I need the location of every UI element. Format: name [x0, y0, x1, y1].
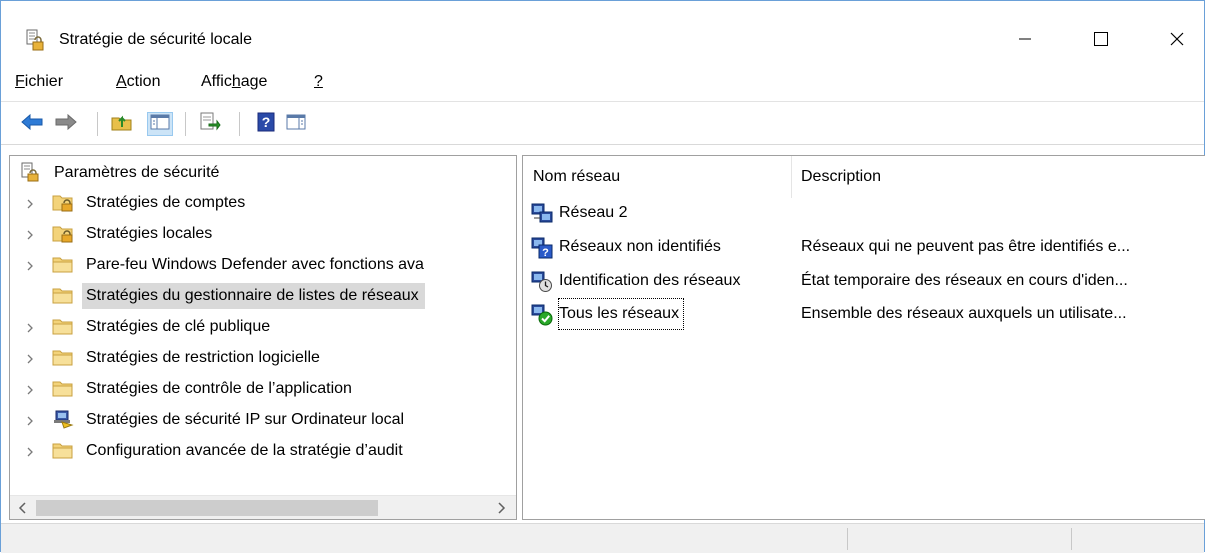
network-description: Réseaux qui ne peuvent pas être identifi…: [801, 238, 1131, 255]
action-pane-icon: [286, 114, 306, 135]
back-button[interactable]: [19, 112, 45, 136]
tree-item-controle-application[interactable]: Stratégies de contrôle de l’application: [10, 374, 516, 404]
back-arrow-icon: [20, 113, 44, 136]
forward-arrow-icon: [54, 113, 78, 136]
status-divider: [1071, 528, 1072, 550]
details-list-pane[interactable]: Nom réseau Description Réseau 2 ? Réseau…: [522, 155, 1205, 520]
locked-folder-icon: [52, 192, 74, 212]
folder-icon: [52, 316, 74, 336]
tree-item-label: Pare-feu Windows Defender avec fonctions…: [86, 256, 424, 273]
tree-item-restriction-logicielle[interactable]: Stratégies de restriction logicielle: [10, 343, 516, 373]
expand-chevron-icon[interactable]: [24, 445, 36, 457]
window-title: Stratégie de sécurité locale: [59, 31, 252, 48]
tree-item-gestionnaire-listes-reseaux[interactable]: Stratégies du gestionnaire de listes de …: [10, 281, 516, 311]
toolbar-separator: [185, 112, 186, 136]
tree-item-securite-ip[interactable]: Stratégies de sécurité IP sur Ordinateur…: [10, 405, 516, 435]
maximize-button[interactable]: [1071, 19, 1131, 59]
expand-chevron-icon[interactable]: [24, 383, 36, 395]
tree-item-label: Stratégies de restriction logicielle: [86, 349, 320, 366]
folder-icon: [52, 440, 74, 460]
tree-root-label: Paramètres de sécurité: [54, 164, 220, 181]
tree-item-label: Stratégies du gestionnaire de listes de …: [82, 283, 425, 309]
expand-chevron-icon[interactable]: [24, 259, 36, 271]
expand-chevron-icon[interactable]: [24, 228, 36, 240]
svg-text:?: ?: [262, 114, 271, 130]
toolbar-separator: [97, 112, 98, 136]
expand-chevron-icon[interactable]: [24, 197, 36, 209]
network-icon: [531, 203, 553, 225]
expand-chevron-icon[interactable]: [24, 414, 36, 426]
tree-item-cle-publique[interactable]: Stratégies de clé publique: [10, 312, 516, 342]
scroll-right-icon[interactable]: [496, 501, 506, 519]
tree-item-label: Stratégies de comptes: [86, 194, 246, 211]
export-list-icon: [199, 112, 221, 137]
expand-chevron-icon[interactable]: [24, 321, 36, 333]
show-hide-console-tree-button[interactable]: [147, 112, 173, 136]
tree-item-label: Stratégies de sécurité IP sur Ordinateur…: [86, 411, 405, 428]
toolbar: ?: [1, 101, 1204, 145]
up-folder-icon: [111, 112, 133, 137]
help-button[interactable]: ?: [253, 112, 279, 136]
list-item[interactable]: Réseau 2: [523, 198, 1205, 230]
folder-icon: [52, 285, 74, 305]
tree-item-audit[interactable]: Configuration avancée de la stratégie d’…: [10, 436, 516, 466]
list-item[interactable]: ? Réseaux non identifiés Réseaux qui ne …: [523, 232, 1205, 264]
scroll-left-icon[interactable]: [18, 501, 28, 519]
tree-item-label: Stratégies de clé publique: [86, 318, 271, 335]
action-pane-button[interactable]: [283, 112, 309, 136]
column-header-nom-reseau[interactable]: Nom réseau: [523, 156, 791, 198]
tree-item-label: Configuration avancée de la stratégie d’…: [86, 442, 403, 459]
menu-action[interactable]: Action: [116, 73, 160, 91]
status-bar: [1, 523, 1204, 553]
network-description: [801, 198, 1201, 228]
menu-bar: Fichier Action Affichage ?: [1, 67, 1204, 95]
network-description: État temporaire des réseaux en cours d'i…: [801, 272, 1128, 289]
horizontal-scrollbar[interactable]: [10, 495, 516, 519]
tree-item-label: Stratégies de contrôle de l’application: [86, 380, 352, 397]
close-button[interactable]: [1147, 19, 1205, 59]
list-item[interactable]: Identification des réseaux État temporai…: [523, 266, 1205, 298]
minimize-button[interactable]: [995, 19, 1055, 59]
toolbar-separator: [239, 112, 240, 136]
status-divider: [847, 528, 848, 550]
local-security-policy-icon: [25, 29, 47, 51]
main-window: Stratégie de sécurité locale Fichier Act…: [0, 0, 1205, 553]
tree-root[interactable]: Paramètres de sécurité: [10, 158, 516, 188]
forward-button[interactable]: [53, 112, 79, 136]
network-name: Identification des réseaux: [559, 272, 741, 289]
tree-item-pare-feu[interactable]: Pare-feu Windows Defender avec fonctions…: [10, 250, 516, 280]
unidentified-network-icon: ?: [531, 237, 553, 259]
folder-icon: [52, 347, 74, 367]
help-icon: ?: [256, 112, 276, 137]
security-settings-icon: [20, 162, 42, 182]
menu-fichier[interactable]: Fichier: [15, 73, 63, 91]
show-hide-console-tree-icon: [150, 114, 170, 135]
tree-item-strategies-locales[interactable]: Stratégies locales: [10, 219, 516, 249]
up-one-level-button[interactable]: [109, 112, 135, 136]
menu-help[interactable]: ?: [314, 73, 323, 91]
title-bar: Stratégie de sécurité locale: [1, 1, 1204, 63]
folder-icon: [52, 378, 74, 398]
console-tree-pane[interactable]: Paramètres de sécurité Stratégies de com…: [9, 155, 517, 520]
folder-icon: [52, 254, 74, 274]
network-name: Réseaux non identifiés: [559, 238, 721, 255]
ip-security-icon: [52, 409, 74, 429]
column-header-description[interactable]: Description: [791, 156, 1205, 198]
identifying-network-icon: [531, 271, 553, 293]
locked-folder-icon: [52, 223, 74, 243]
tree-item-label: Stratégies locales: [86, 225, 213, 242]
network-description: Ensemble des réseaux auxquels un utilisa…: [801, 305, 1127, 322]
scrollbar-thumb[interactable]: [36, 500, 378, 516]
expand-chevron-icon[interactable]: [24, 352, 36, 364]
network-name: Réseau 2: [559, 204, 628, 221]
all-networks-icon: [531, 304, 553, 326]
svg-text:?: ?: [542, 247, 549, 259]
tree-item-strategies-comptes[interactable]: Stratégies de comptes: [10, 188, 516, 218]
export-list-button[interactable]: [197, 112, 223, 136]
network-name: Tous les réseaux: [557, 298, 685, 330]
list-item[interactable]: Tous les réseaux Ensemble des réseaux au…: [523, 298, 1205, 331]
menu-affichage[interactable]: Affichage: [201, 73, 267, 91]
